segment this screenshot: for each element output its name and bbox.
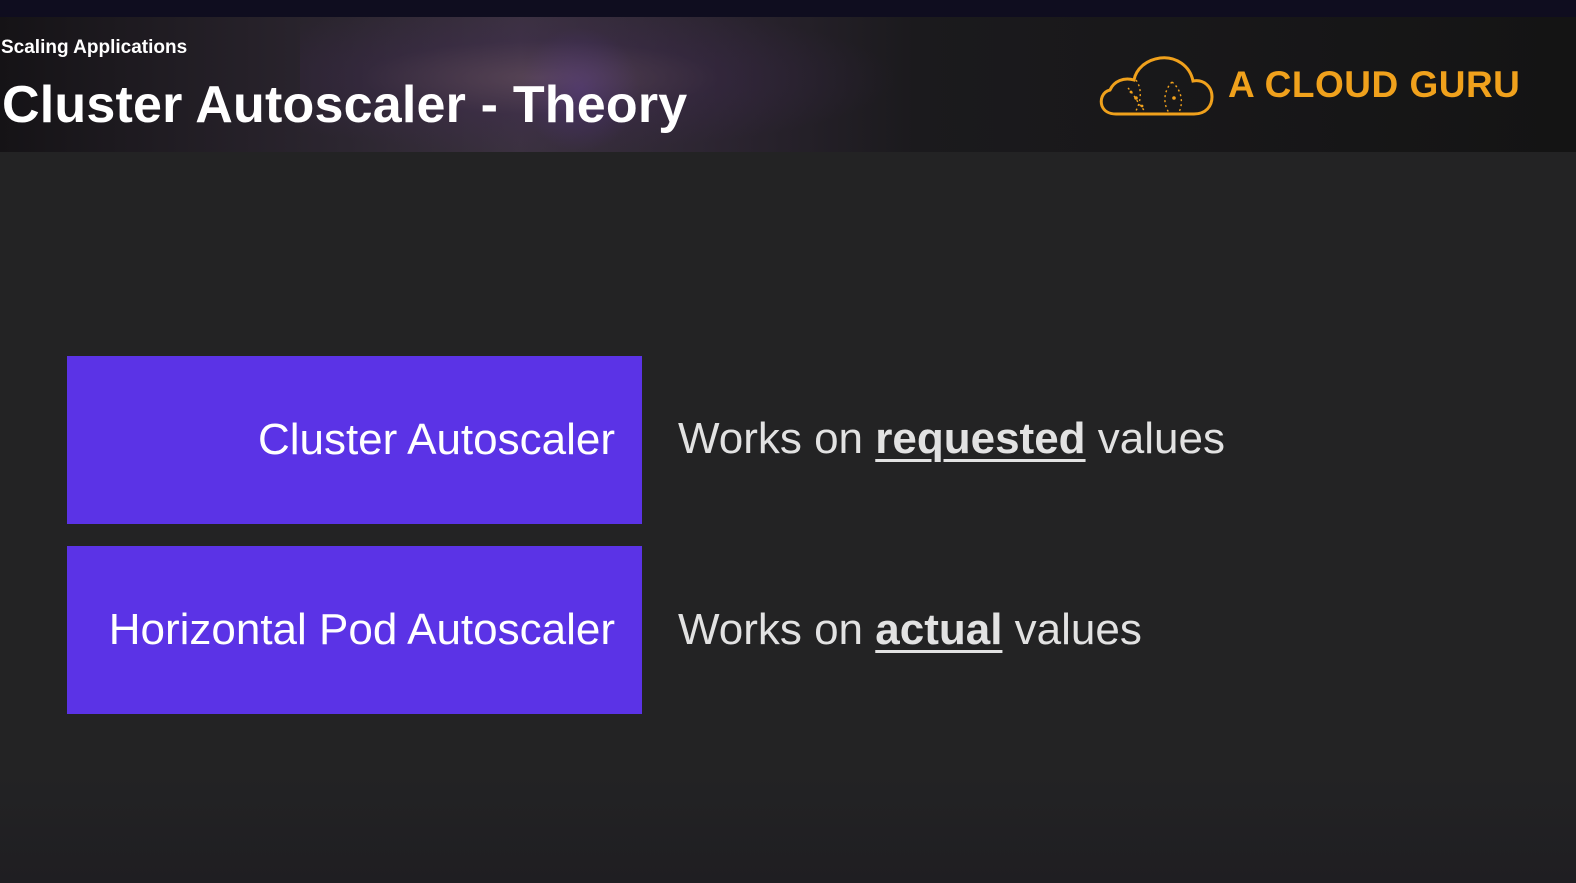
description-emphasis: actual	[875, 605, 1003, 654]
brand-logo: A CLOUD GURU	[1098, 52, 1538, 122]
cluster-autoscaler-label: Cluster Autoscaler	[257, 415, 615, 464]
cluster-autoscaler-box: Cluster Autoscaler	[67, 356, 642, 524]
description-prefix: Works on	[678, 605, 864, 654]
description-suffix: values	[1014, 605, 1142, 654]
horizontal-pod-autoscaler-description: Works on actual values	[678, 605, 1142, 655]
description-emphasis: requested	[875, 414, 1086, 463]
top-strip	[0, 0, 1576, 17]
slide-header: Scaling Applications Cluster Autoscaler …	[0, 17, 1576, 152]
description-suffix: values	[1097, 414, 1225, 463]
horizontal-pod-autoscaler-box: Horizontal Pod Autoscaler	[67, 546, 642, 714]
section-label: Scaling Applications	[1, 37, 188, 58]
page-title: Cluster Autoscaler - Theory	[2, 76, 688, 134]
horizontal-pod-autoscaler-label: Horizontal Pod Autoscaler	[108, 605, 615, 654]
description-prefix: Works on	[678, 414, 864, 463]
cluster-autoscaler-description: Works on requested values	[678, 414, 1225, 464]
cloud-logo-icon	[1099, 56, 1214, 116]
brand-name: A CLOUD GURU	[1228, 64, 1521, 105]
